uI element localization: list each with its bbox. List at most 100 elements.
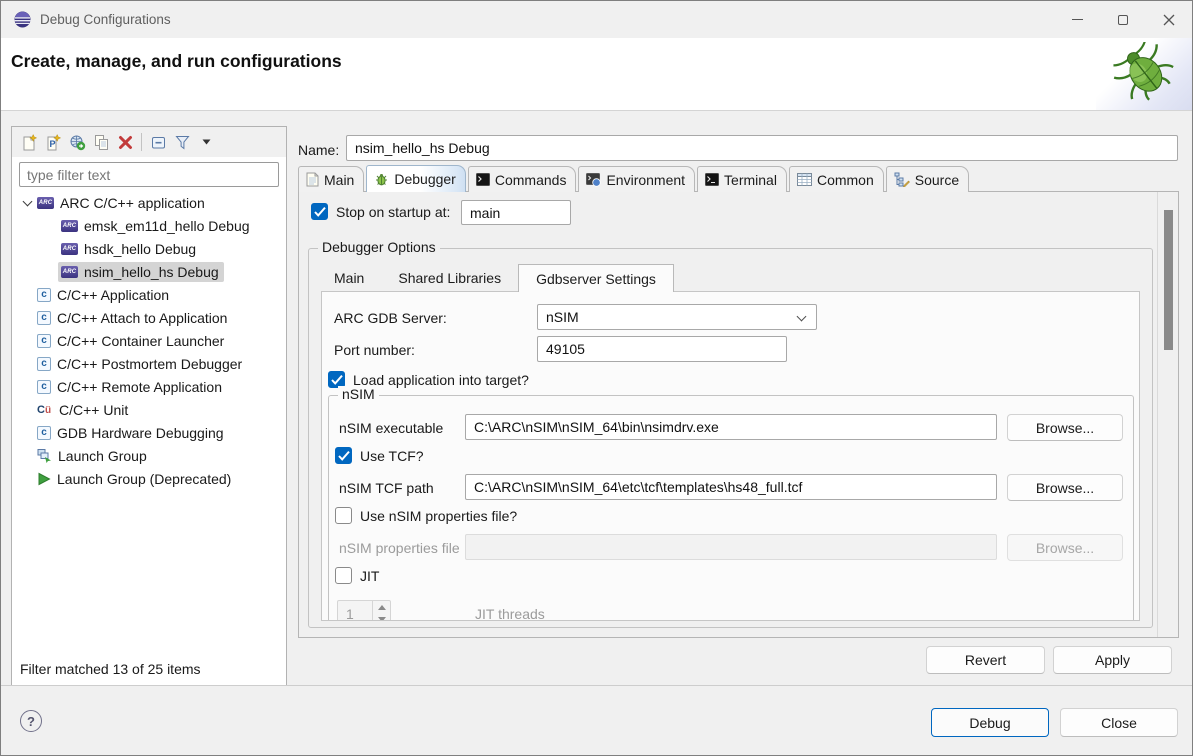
c-app-icon: c — [37, 380, 51, 394]
spinner-up-button[interactable] — [373, 601, 390, 614]
toolbar-menu-button[interactable] — [194, 130, 218, 154]
tab-source[interactable]: Source — [886, 166, 969, 192]
debug-button[interactable]: Debug — [931, 708, 1049, 737]
tree-item-arc-application[interactable]: ARC ARC C/C++ application — [12, 191, 286, 214]
tree-item-launch-group[interactable]: Launch Group — [12, 444, 286, 467]
tree-item-label: C/C++ Container Launcher — [57, 333, 224, 349]
close-dialog-button[interactable]: Close — [1060, 708, 1178, 737]
red-x-icon — [118, 135, 133, 150]
copy-icon — [93, 134, 110, 151]
tree-item-cpp-remote[interactable]: c C/C++ Remote Application — [12, 375, 286, 398]
source-tree-icon — [894, 172, 910, 187]
check-icon — [337, 450, 351, 462]
name-label: Name: — [298, 142, 339, 158]
use-tcf-row: Use TCF? — [335, 447, 424, 464]
spinner-down-button[interactable] — [373, 614, 390, 622]
maximize-icon — [1118, 15, 1128, 25]
tree-item-cpp-attach[interactable]: c C/C++ Attach to Application — [12, 306, 286, 329]
stop-on-startup-checkbox[interactable] — [311, 203, 328, 220]
tree-item-nsim-debug[interactable]: ARC nsim_hello_hs Debug — [12, 260, 286, 283]
tab-debugger[interactable]: Debugger — [366, 165, 466, 192]
subtab-gdbserver-settings[interactable]: Gdbserver Settings — [518, 264, 674, 292]
close-icon — [1163, 14, 1175, 26]
globe-arrow-icon — [69, 134, 86, 151]
expander-chevron-icon[interactable] — [20, 201, 34, 205]
arc-badge-icon: ARC — [61, 220, 78, 232]
new-configuration-button[interactable] — [17, 130, 41, 154]
apply-button[interactable]: Apply — [1053, 646, 1172, 674]
help-button[interactable]: ? — [20, 710, 42, 732]
nsim-tcf-path-input[interactable] — [465, 474, 997, 500]
stop-on-startup-input[interactable] — [461, 200, 571, 225]
minimize-button[interactable] — [1054, 1, 1100, 38]
use-tcf-label: Use TCF? — [360, 448, 424, 464]
configurations-panel: P — [11, 126, 287, 686]
tab-label: Environment — [606, 172, 685, 188]
help-icon: ? — [27, 714, 35, 729]
new-prototype-button[interactable]: P — [41, 130, 65, 154]
collapse-all-button[interactable] — [146, 130, 170, 154]
tab-commands[interactable]: Commands — [468, 166, 577, 192]
subtab-main[interactable]: Main — [317, 264, 381, 292]
duplicate-configuration-button[interactable] — [89, 130, 113, 154]
subtab-shared-libraries[interactable]: Shared Libraries — [381, 264, 518, 292]
gdb-server-combo[interactable]: nSIM — [537, 304, 817, 330]
use-properties-checkbox[interactable] — [335, 507, 352, 524]
filter-button[interactable] — [170, 130, 194, 154]
tree-item-label: nsim_hello_hs Debug — [84, 264, 219, 280]
use-properties-row: Use nSIM properties file? — [335, 507, 517, 524]
maximize-button[interactable] — [1100, 1, 1146, 38]
tree-item-cpp-application[interactable]: c C/C++ Application — [12, 283, 286, 306]
nsim-executable-input[interactable] — [465, 414, 997, 440]
console-icon — [705, 173, 719, 186]
vertical-scrollbar[interactable] — [1157, 192, 1178, 637]
export-configurations-button[interactable] — [65, 130, 89, 154]
dropdown-arrow-icon — [202, 139, 211, 145]
tab-main[interactable]: Main — [298, 166, 364, 192]
toolbar-separator — [141, 133, 142, 151]
browse-nsim-executable-button[interactable]: Browse... — [1007, 414, 1123, 441]
tree-item-emsk-debug[interactable]: ARC emsk_em11d_hello Debug — [12, 214, 286, 237]
tree-item-launch-group-deprecated[interactable]: Launch Group (Deprecated) — [12, 467, 286, 490]
tab-common[interactable]: Common — [789, 166, 884, 192]
scrollbar-thumb[interactable] — [1164, 210, 1173, 350]
debugger-tab-content: Stop on startup at: Debugger Options Mai… — [298, 191, 1179, 638]
tree-item-label: C/C++ Postmortem Debugger — [57, 356, 242, 372]
title-bar: Debug Configurations — [1, 1, 1192, 38]
port-number-input[interactable] — [537, 336, 787, 362]
banner-art — [1096, 38, 1192, 110]
tree-item-label: C/C++ Application — [57, 287, 169, 303]
tree-item-label: Launch Group (Deprecated) — [57, 471, 231, 487]
document-plus-icon — [21, 134, 38, 151]
use-tcf-checkbox[interactable] — [335, 447, 352, 464]
c-unit-icon: Cü — [37, 404, 53, 416]
tree-item-cpp-container[interactable]: c C/C++ Container Launcher — [12, 329, 286, 352]
console-icon — [476, 173, 490, 186]
funnel-icon — [174, 134, 191, 151]
minimize-icon — [1072, 19, 1083, 21]
page-title: Create, manage, and run configurations — [11, 51, 342, 72]
browse-tcf-path-button[interactable]: Browse... — [1007, 474, 1123, 501]
tab-label: Common — [817, 172, 874, 188]
tree-item-hsdk-debug[interactable]: ARC hsdk_hello Debug — [12, 237, 286, 260]
stop-on-startup-label: Stop on startup at: — [336, 204, 450, 220]
filter-status: Filter matched 13 of 25 items — [12, 655, 286, 685]
name-input[interactable] — [346, 135, 1178, 161]
revert-button[interactable]: Revert — [926, 646, 1045, 674]
c-app-icon: c — [37, 426, 51, 440]
close-button[interactable] — [1146, 1, 1192, 38]
delete-configuration-button[interactable] — [113, 130, 137, 154]
tree-item-cpp-unit[interactable]: Cü C/C++ Unit — [12, 398, 286, 421]
filter-input[interactable] — [19, 162, 279, 187]
tree-item-gdb-hardware[interactable]: c GDB Hardware Debugging — [12, 421, 286, 444]
tab-terminal[interactable]: Terminal — [697, 166, 787, 192]
debugger-options-subtabs: Main Shared Libraries Gdbserver Settings — [317, 264, 674, 292]
tree-item-cpp-postmortem[interactable]: c C/C++ Postmortem Debugger — [12, 352, 286, 375]
document-icon — [306, 172, 319, 187]
jit-threads-spinner[interactable]: 1 — [337, 600, 391, 621]
config-tabs: Main Debugger Commands Enviro — [298, 165, 971, 192]
jit-checkbox[interactable] — [335, 567, 352, 584]
gdb-server-value: nSIM — [546, 309, 579, 325]
tree-item-label: C/C++ Remote Application — [57, 379, 222, 395]
tab-environment[interactable]: Environment — [578, 166, 695, 192]
